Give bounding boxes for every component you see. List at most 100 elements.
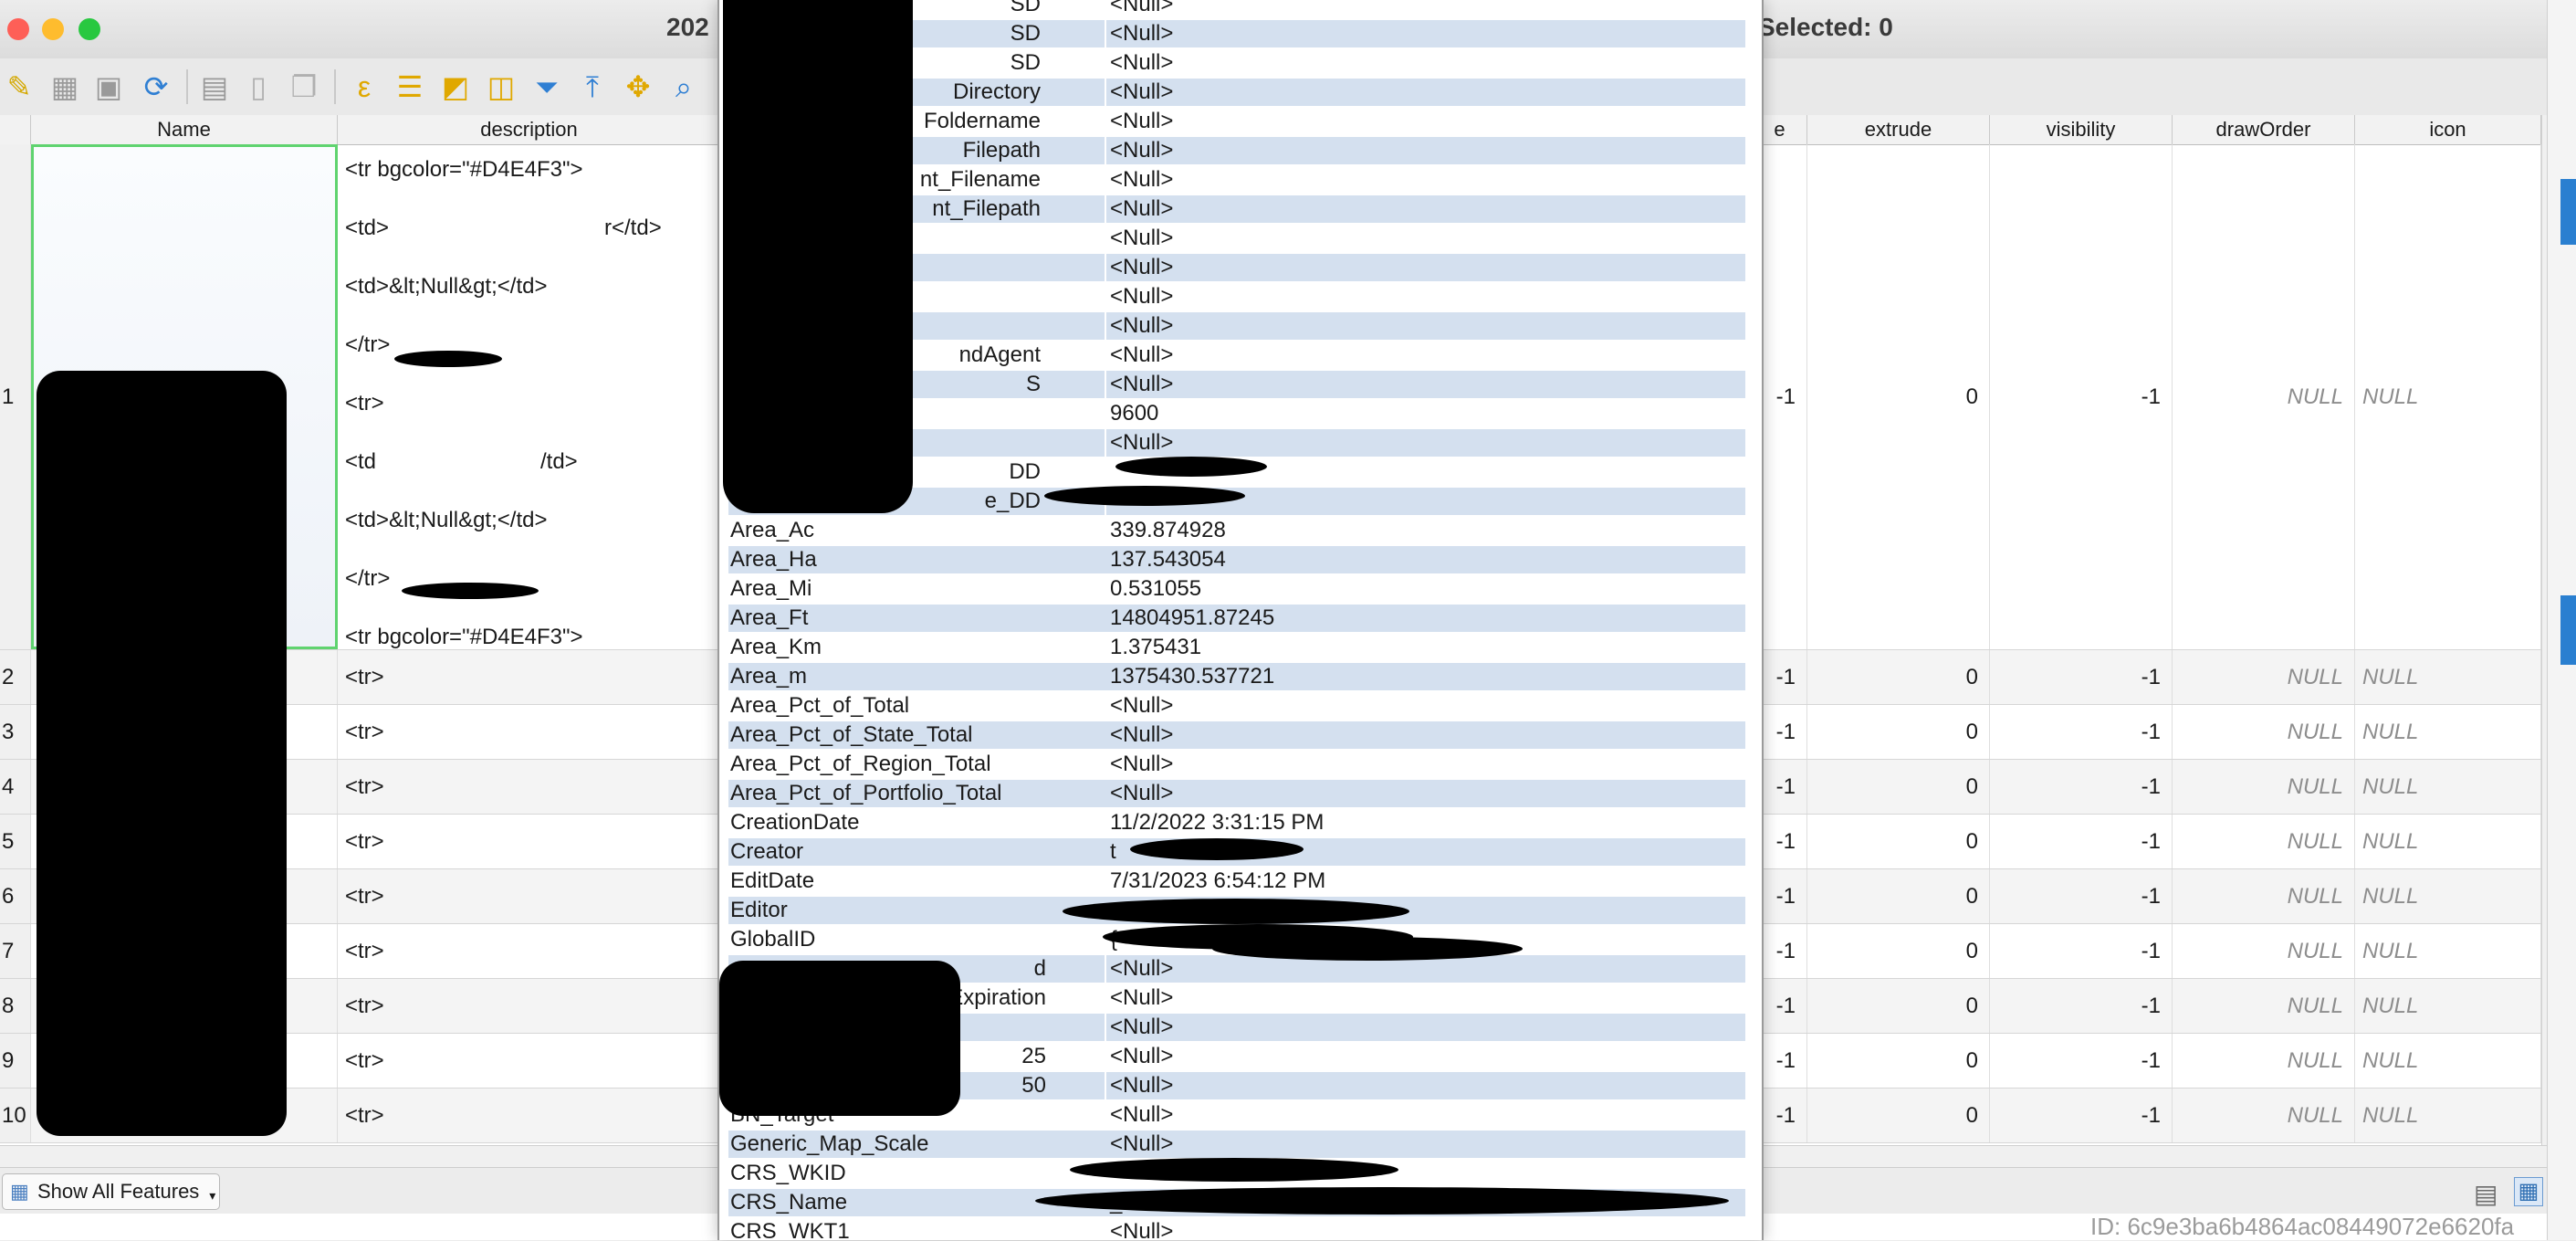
- header-extrude[interactable]: extrude: [1807, 115, 1990, 144]
- invert-selection-icon[interactable]: ◩: [438, 69, 473, 104]
- description-cell[interactable]: [338, 144, 721, 649]
- draworder-cell[interactable]: NULL: [2173, 760, 2355, 814]
- add-feature-icon[interactable]: ▤: [197, 69, 232, 104]
- desc-line: <tr bgcolor="#D4E4F3">: [345, 625, 583, 649]
- save-icon[interactable]: ▣: [91, 69, 126, 104]
- header-icon[interactable]: icon: [2355, 115, 2541, 144]
- icon-cell[interactable]: NULL: [2355, 650, 2541, 704]
- redaction-scribble: [394, 351, 502, 367]
- attribute-value: 339.874928: [1110, 518, 1226, 542]
- copy-icon[interactable]: ❐: [287, 69, 321, 104]
- icon-cell[interactable]: NULL: [2355, 1089, 2541, 1142]
- attribute-value: <Null>: [1106, 721, 1745, 749]
- select-all-icon[interactable]: ☰: [393, 69, 427, 104]
- extrude-cell[interactable]: 0: [1807, 815, 1990, 868]
- header-visibility[interactable]: visibility: [1990, 115, 2173, 144]
- draworder-cell[interactable]: NULL: [2173, 869, 2355, 923]
- row-number[interactable]: 10: [0, 1089, 31, 1142]
- attribute-value: <Null>: [1110, 167, 1174, 192]
- extrude-cell[interactable]: 0: [1807, 144, 1990, 649]
- description-cell[interactable]: <tr>: [338, 760, 721, 814]
- corner-header[interactable]: [0, 115, 31, 144]
- attribute-name: Area_Pct_of_Region_Total: [730, 752, 991, 776]
- table-view-icon[interactable]: ▦: [2514, 1177, 2543, 1206]
- draworder-cell[interactable]: NULL: [2173, 144, 2355, 649]
- visibility-cell[interactable]: -1: [1990, 869, 2173, 923]
- icon-cell[interactable]: NULL: [2355, 760, 2541, 814]
- visibility-cell[interactable]: -1: [1990, 760, 2173, 814]
- minimize-window-button[interactable]: [42, 18, 64, 40]
- desc-line: </tr>: [345, 566, 391, 591]
- visibility-cell[interactable]: -1: [1990, 815, 2173, 868]
- draworder-cell[interactable]: NULL: [2173, 979, 2355, 1033]
- description-cell[interactable]: <tr>: [338, 979, 721, 1033]
- toggle-edit-icon[interactable]: ▦: [47, 69, 82, 104]
- row-number[interactable]: 9: [0, 1034, 31, 1088]
- attribute-name: Area_Pct_of_Total: [730, 693, 910, 718]
- extrude-cell[interactable]: 0: [1807, 650, 1990, 704]
- pencil-icon[interactable]: ✎: [2, 69, 37, 104]
- extrude-cell[interactable]: 0: [1807, 924, 1990, 978]
- visibility-cell[interactable]: -1: [1990, 144, 2173, 649]
- description-cell[interactable]: <tr>: [338, 1034, 721, 1088]
- description-cell[interactable]: <tr>: [338, 815, 721, 868]
- row-number[interactable]: 7: [0, 924, 31, 978]
- desc-line: r</td>: [604, 216, 662, 240]
- close-window-button[interactable]: [7, 18, 29, 40]
- draworder-cell[interactable]: NULL: [2173, 650, 2355, 704]
- description-cell[interactable]: <tr>: [338, 1089, 721, 1142]
- extrude-cell[interactable]: 0: [1807, 869, 1990, 923]
- extrude-cell[interactable]: 0: [1807, 1034, 1990, 1088]
- icon-cell[interactable]: NULL: [2355, 869, 2541, 923]
- icon-cell[interactable]: NULL: [2355, 924, 2541, 978]
- delete-icon[interactable]: ▯: [241, 69, 276, 104]
- visibility-cell[interactable]: -1: [1990, 1034, 2173, 1088]
- zoom-window-button[interactable]: [79, 18, 100, 40]
- row-number[interactable]: 8: [0, 979, 31, 1033]
- description-cell[interactable]: <tr>: [338, 924, 721, 978]
- desc-line: /td>: [540, 449, 578, 474]
- filter-icon[interactable]: ⏷: [529, 69, 564, 104]
- visibility-cell[interactable]: -1: [1990, 979, 2173, 1033]
- form-view-icon[interactable]: ▤: [2474, 1179, 2497, 1209]
- show-all-features-button[interactable]: ▦ Show All Features ▾: [2, 1173, 221, 1210]
- icon-cell[interactable]: NULL: [2355, 705, 2541, 759]
- icon-cell[interactable]: NULL: [2355, 815, 2541, 868]
- icon-cell[interactable]: NULL: [2355, 144, 2541, 649]
- reload-icon[interactable]: ⟳: [139, 69, 173, 104]
- description-cell[interactable]: <tr>: [338, 705, 721, 759]
- draworder-cell[interactable]: NULL: [2173, 924, 2355, 978]
- pan-to-selection-icon[interactable]: ✥: [621, 69, 655, 104]
- icon-cell[interactable]: NULL: [2355, 1034, 2541, 1088]
- deselect-icon[interactable]: ◫: [484, 69, 518, 104]
- zoom-to-selection-icon[interactable]: ⌕: [666, 69, 701, 104]
- attribute-name: Area_m: [728, 663, 1106, 690]
- select-expression-icon[interactable]: ε: [347, 69, 382, 104]
- visibility-cell[interactable]: -1: [1990, 924, 2173, 978]
- row-number[interactable]: 5: [0, 815, 31, 868]
- description-cell[interactable]: <tr>: [338, 869, 721, 923]
- header-name[interactable]: Name: [31, 115, 338, 144]
- row-number[interactable]: 2: [0, 650, 31, 704]
- extrude-cell[interactable]: 0: [1807, 979, 1990, 1033]
- draworder-cell[interactable]: NULL: [2173, 1089, 2355, 1142]
- description-cell[interactable]: <tr>: [338, 650, 721, 704]
- row-number[interactable]: 3: [0, 705, 31, 759]
- move-selection-top-icon[interactable]: ⤒: [575, 69, 610, 104]
- extrude-cell[interactable]: 0: [1807, 705, 1990, 759]
- extrude-cell[interactable]: 0: [1807, 760, 1990, 814]
- icon-cell[interactable]: NULL: [2355, 979, 2541, 1033]
- draworder-cell[interactable]: NULL: [2173, 815, 2355, 868]
- visibility-cell[interactable]: -1: [1990, 705, 2173, 759]
- visibility-cell[interactable]: -1: [1990, 650, 2173, 704]
- draworder-cell[interactable]: NULL: [2173, 1034, 2355, 1088]
- draworder-cell[interactable]: NULL: [2173, 705, 2355, 759]
- header-description[interactable]: description: [338, 115, 721, 144]
- row-number[interactable]: 1: [0, 144, 31, 649]
- extrude-cell[interactable]: 0: [1807, 1089, 1990, 1142]
- visibility-cell[interactable]: -1: [1990, 1089, 2173, 1142]
- row-number[interactable]: 4: [0, 760, 31, 814]
- header-draworder[interactable]: drawOrder: [2173, 115, 2355, 144]
- row-number[interactable]: 6: [0, 869, 31, 923]
- attribute-value: <Null>: [1110, 342, 1174, 367]
